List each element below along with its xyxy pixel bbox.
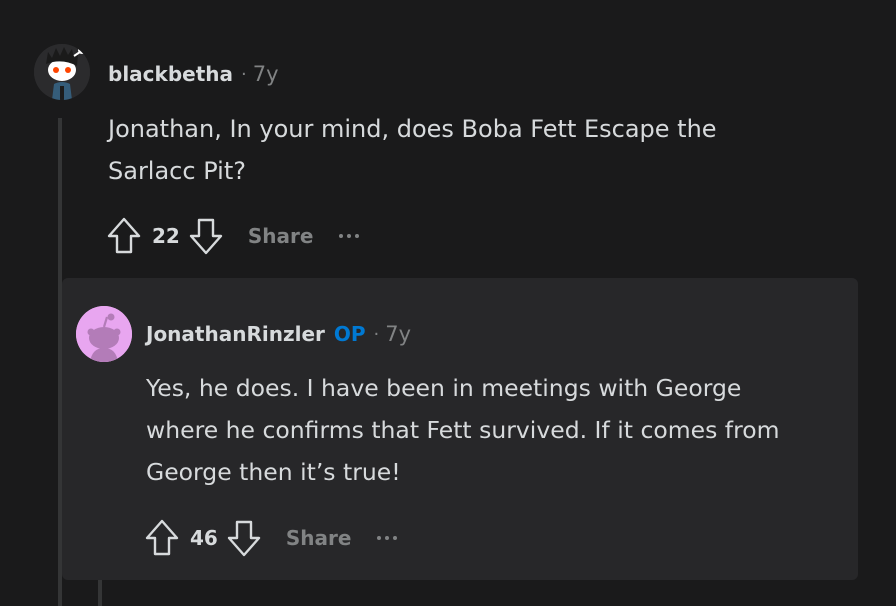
- op-badge: OP: [333, 322, 366, 346]
- meta-separator: ·: [373, 323, 380, 345]
- reply-age[interactable]: 7y: [385, 322, 411, 346]
- op-avatar[interactable]: [76, 306, 132, 362]
- comment-body: Jonathan, In your mind, does Boba Fett E…: [108, 108, 717, 192]
- comment-score: 22: [152, 224, 180, 248]
- downvote-arrow-icon[interactable]: [224, 516, 264, 560]
- comment-author[interactable]: blackbetha: [108, 62, 233, 86]
- comment-actions: 22 Share: [104, 214, 360, 258]
- share-button[interactable]: Share: [248, 224, 314, 248]
- comment-meta: blackbetha · 7y: [108, 62, 279, 86]
- reply-meta: JonathanRinzler OP · 7y: [146, 322, 411, 346]
- reply-body-line: George then it’s true!: [146, 458, 401, 486]
- more-options-icon[interactable]: [339, 226, 360, 246]
- downvote-arrow-icon[interactable]: [186, 214, 226, 258]
- share-button[interactable]: Share: [286, 526, 352, 550]
- reply-author[interactable]: JonathanRinzler: [146, 322, 325, 346]
- upvote-arrow-icon[interactable]: [104, 214, 144, 258]
- comment-body-line: Jonathan, In your mind, does Boba Fett E…: [108, 115, 717, 143]
- comment-body-line: Sarlacc Pit?: [108, 157, 246, 185]
- reply-actions: 46 Share: [142, 516, 398, 560]
- reply-body: Yes, he does. I have been in meetings wi…: [146, 367, 780, 493]
- reply-body-line: where he confirms that Fett survived. If…: [146, 416, 780, 444]
- upvote-arrow-icon[interactable]: [142, 516, 182, 560]
- user-avatar[interactable]: [34, 44, 90, 100]
- more-options-icon[interactable]: [377, 528, 398, 548]
- reply-body-line: Yes, he does. I have been in meetings wi…: [146, 374, 742, 402]
- reply-score: 46: [190, 526, 218, 550]
- meta-separator: ·: [241, 63, 247, 85]
- comment-age[interactable]: 7y: [253, 62, 279, 86]
